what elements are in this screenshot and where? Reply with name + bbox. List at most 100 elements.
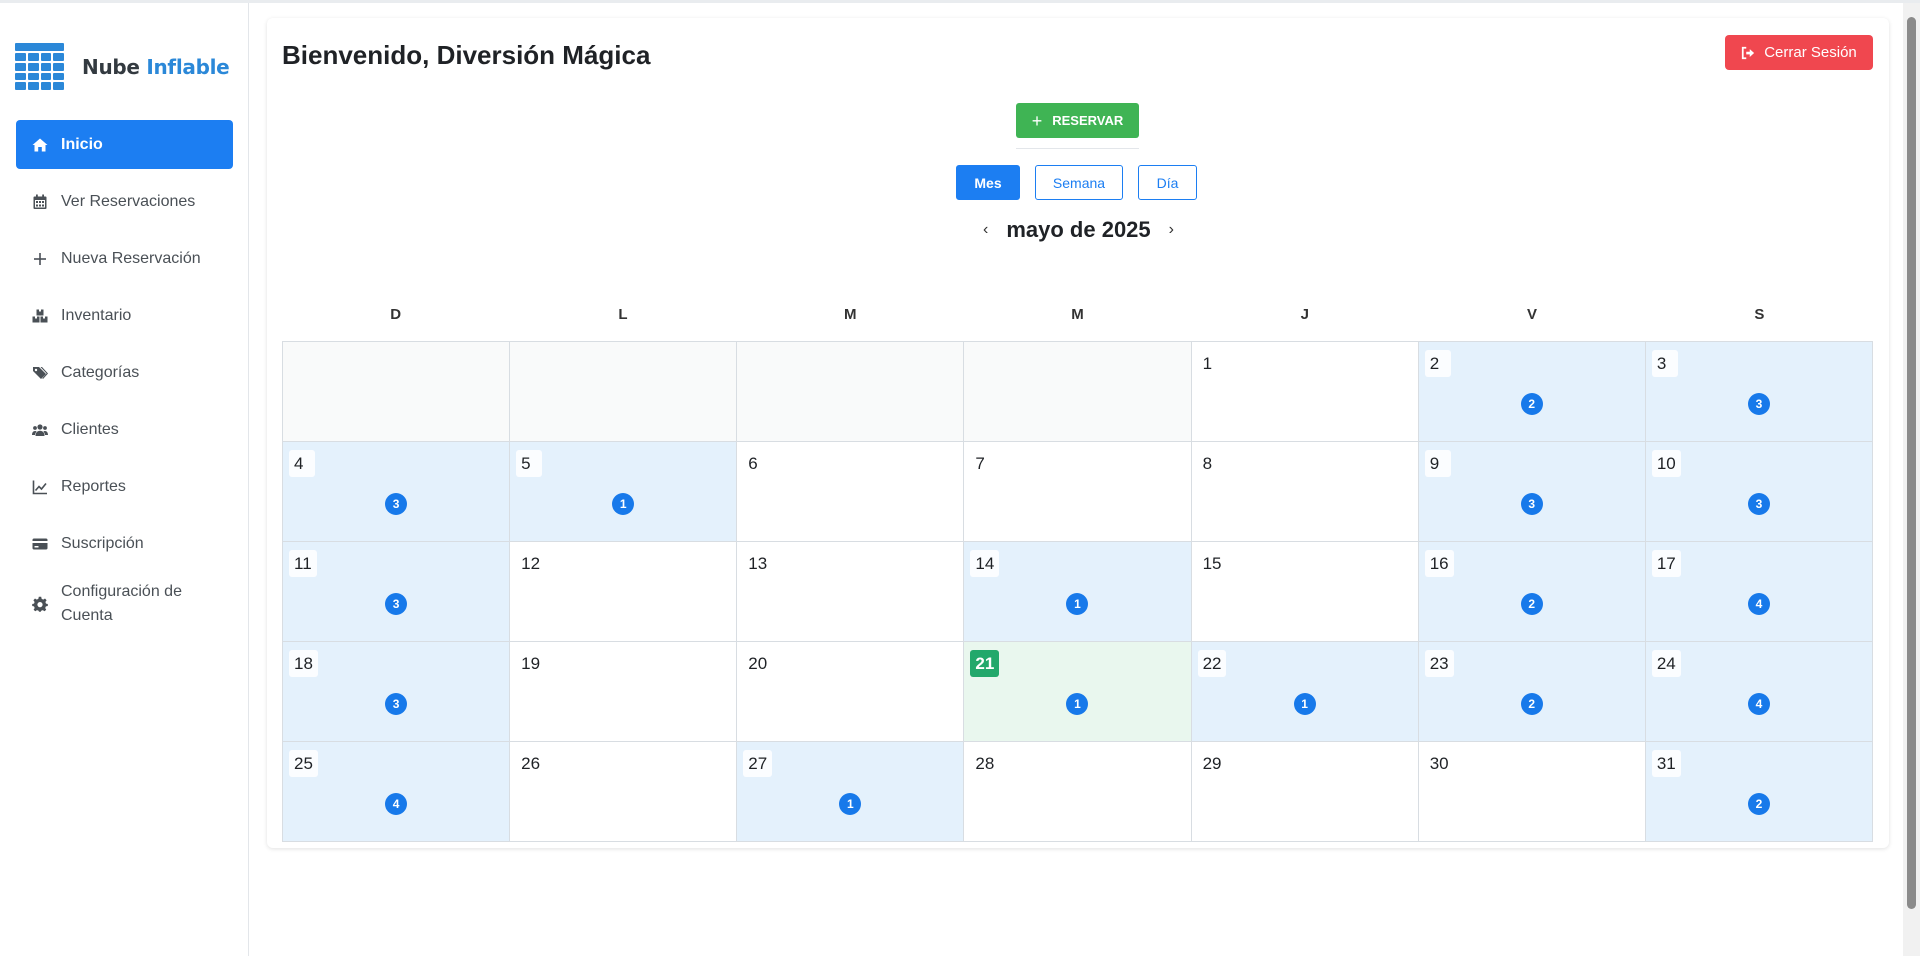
reservation-count-badge[interactable]: 3 [385,593,408,615]
sidebar-item-nueva-reservacion[interactable]: Nueva Reservación [16,234,233,283]
main-card: Bienvenido, Diversión Mágica Cerrar Sesi… [267,18,1889,848]
calendar-day[interactable]: 28 [964,742,1192,842]
sidebar-item-categorias[interactable]: Categorías [16,348,233,397]
calendar-day[interactable]: 31 2 [1645,742,1873,842]
top-border [0,0,1920,3]
calendar-day[interactable]: 18 3 [283,642,511,742]
brand-word-2: Inflable [146,54,230,79]
sidebar-item-reportes[interactable]: Reportes [16,462,233,511]
calendar-day[interactable]: 25 4 [283,742,511,842]
calendar-day[interactable]: 22 1 [1191,642,1419,742]
reservation-count-badge[interactable]: 2 [1520,593,1543,615]
reservation-count-badge[interactable]: 3 [1520,493,1543,515]
day-number: 26 [516,750,546,777]
reservation-count-badge[interactable]: 3 [385,693,408,715]
calendar-day[interactable]: 43 [283,442,511,542]
calendar-day[interactable]: 15 [1191,542,1419,642]
credit-card-icon [31,535,49,553]
calendar-empty-cell [510,342,738,442]
calendar-day[interactable]: 93 [1418,442,1646,542]
view-switcher: Mes Semana Día [956,165,1212,200]
day-number: 3 [1651,350,1678,377]
brand-logo[interactable]: Nube Inflable [15,43,230,90]
calendar-day[interactable]: 6 [737,442,965,542]
calendar-day[interactable]: 17 4 [1645,542,1873,642]
sign-out-icon [1742,46,1755,59]
day-number: 21 [970,650,1000,677]
sidebar-item-configuracion-de-cuenta[interactable]: Configuración de Cuenta [16,576,233,632]
view-week-button[interactable]: Semana [1035,165,1123,200]
reservation-count-badge[interactable]: 2 [1520,693,1543,715]
view-month-button[interactable]: Mes [956,165,1020,200]
day-number: 23 [1424,650,1454,677]
day-number: 6 [743,450,770,477]
sidebar-item-inventario[interactable]: Inventario [16,291,233,340]
reservation-count-badge[interactable]: 3 [385,493,408,515]
reservation-count-badge[interactable]: 4 [1747,693,1770,715]
calendar-day[interactable]: 11 3 [283,542,511,642]
reservation-count-badge[interactable]: 4 [1747,593,1770,615]
calendar-day[interactable]: 1 [1191,342,1419,442]
calendar-day[interactable]: 51 [510,442,738,542]
calendar-day[interactable]: 27 1 [737,742,965,842]
weekday-label: L [618,306,628,323]
reservation-count-badge[interactable]: 1 [612,493,635,515]
weekday-label: J [1300,306,1309,323]
calendar-day[interactable]: 23 2 [1418,642,1646,742]
sidebar-item-suscripcion[interactable]: Suscripción [16,519,233,568]
calendar-empty-cell [737,342,965,442]
reservation-count-badge[interactable]: 1 [839,793,862,815]
calendar-day[interactable]: 19 [510,642,738,742]
reserve-button[interactable]: + RESERVAR [1016,103,1139,138]
reservation-count-badge[interactable]: 1 [1066,593,1089,615]
calendar-day[interactable]: 16 2 [1418,542,1646,642]
view-day-button[interactable]: Día [1138,165,1197,200]
reservation-count-badge[interactable]: 1 [1066,693,1089,715]
calendar-day[interactable]: 14 1 [964,542,1192,642]
day-number: 29 [1197,750,1227,777]
calendar-day[interactable]: 22 [1418,342,1646,442]
day-number: 10 [1651,450,1681,477]
calendar-day[interactable]: 7 [964,442,1192,542]
logout-label: Cerrar Sesión [1764,44,1857,61]
calendar-day[interactable]: 12 [510,542,738,642]
weekday-label: M [843,306,857,323]
calendar-day[interactable]: 29 [1191,742,1419,842]
month-navigation: ‹ mayo de 2025 › [956,215,1201,245]
reservation-count-badge[interactable]: 3 [1747,493,1770,515]
reservation-count-badge[interactable]: 4 [385,793,408,815]
calendar-day[interactable]: 30 [1418,742,1646,842]
calendar-day[interactable]: 24 4 [1645,642,1873,742]
calendar-day[interactable]: 26 [510,742,738,842]
calendar-day[interactable]: 8 [1191,442,1419,542]
logout-button[interactable]: Cerrar Sesión [1725,35,1873,70]
reservation-count-badge[interactable]: 2 [1747,793,1770,815]
calendar-empty-cell [964,342,1192,442]
day-number: 24 [1651,650,1681,677]
sidebar-item-ver-reservaciones[interactable]: Ver Reservaciones [16,177,233,226]
reserve-divider [1016,148,1139,149]
day-number: 27 [743,750,773,777]
calendar-day[interactable]: 10 3 [1645,442,1873,542]
day-number: 18 [289,650,318,677]
chevron-left-icon[interactable]: ‹ [983,221,988,239]
chevron-right-icon[interactable]: › [1169,221,1174,239]
calendar-day[interactable]: 13 [737,542,965,642]
reservation-count-badge[interactable]: 2 [1520,393,1543,415]
page-scrollbar[interactable] [1903,3,1920,956]
calendar-day-today[interactable]: 21 1 [964,642,1192,742]
day-number: 15 [1197,550,1227,577]
weekday-label: S [1754,306,1765,323]
calendar-day[interactable]: 20 [737,642,965,742]
reserve-label: RESERVAR [1052,113,1124,128]
sidebar-item-clientes[interactable]: Clientes [16,405,233,454]
reservation-count-badge[interactable]: 1 [1293,693,1316,715]
reservation-count-badge[interactable]: 3 [1747,393,1770,415]
sidebar-item-label: Inventario [61,306,132,324]
weekday-label: D [390,306,402,323]
calendar-day[interactable]: 33 [1645,342,1873,442]
sidebar-item-label: Categorías [61,363,140,381]
day-number: 20 [743,650,773,677]
scrollbar-thumb[interactable] [1907,17,1916,909]
sidebar-item-inicio[interactable]: Inicio [16,120,233,169]
